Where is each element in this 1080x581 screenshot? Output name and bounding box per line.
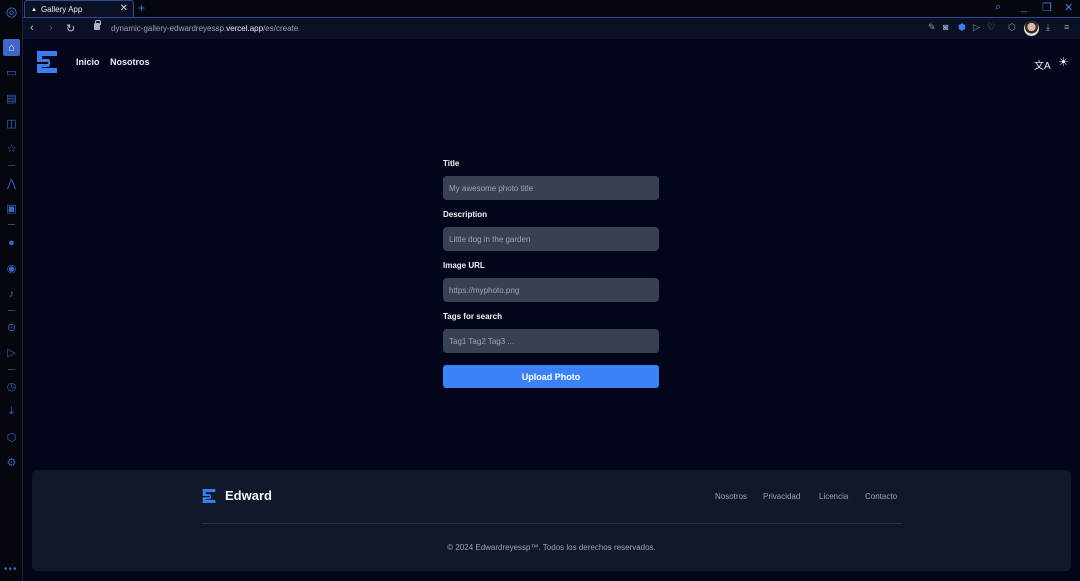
avatar[interactable] (1024, 21, 1039, 36)
nav-nosotros[interactable]: Nosotros (110, 57, 150, 67)
footer: Edward Nosotros Privacidad Licencia Cont… (32, 470, 1071, 571)
extensions-icon[interactable]: ⬡ (3, 429, 20, 446)
tags-label: Tags for search (443, 312, 502, 321)
new-tab-button[interactable]: + (138, 1, 145, 15)
gamepad-icon[interactable]: ▭ (3, 64, 20, 81)
image-url-input[interactable] (443, 278, 659, 302)
description-label: Description (443, 210, 488, 219)
copyright-text: © 2024 Edwardreyessp™. Todos los derecho… (447, 543, 656, 552)
tags-field-group: Tags for search (443, 312, 660, 362)
url-domain: vercel.app (226, 24, 264, 33)
briefcase-icon[interactable]: ▤ (3, 90, 20, 107)
messenger-icon[interactable]: ● (3, 234, 20, 251)
sidebar-divider (8, 165, 15, 166)
footer-link-contacto[interactable]: Contacto (865, 492, 897, 501)
lock-icon (94, 20, 101, 30)
url-path: /es/create (263, 24, 299, 33)
back-icon[interactable]: ‹ (30, 22, 34, 34)
send-icon[interactable]: ▷ (973, 22, 980, 33)
downloads-icon[interactable]: ⤓ (3, 403, 20, 420)
translate-icon[interactable]: 文A (1034, 57, 1051, 72)
browser-sidebar: ◎ ⌂ ▭ ▤ ◫ ☆ ⋀ ▣ ● ◉ ♪ ⊙ ▷ ◷ ⤓ ⬡ ⚙ ••• (0, 0, 23, 581)
opera-logo-icon[interactable]: ◎ (3, 3, 20, 20)
aria-icon[interactable]: ⋀ (3, 175, 20, 192)
title-input[interactable] (443, 176, 659, 200)
cube-icon[interactable]: ⬡ (1008, 22, 1016, 33)
address-bar: ‹ › ↻ dynamic-gallery-edwardreyessp.verc… (23, 17, 1080, 39)
app-icon[interactable]: ▣ (3, 200, 20, 217)
tags-input[interactable] (443, 329, 659, 353)
footer-link-privacidad[interactable]: Privacidad (763, 492, 800, 501)
tab-gallery-app[interactable]: ▲ Gallery App ✕ (24, 0, 134, 18)
url-prefix: dynamic-gallery-edwardreyessp. (111, 24, 227, 33)
footer-brand[interactable]: Edward (225, 488, 272, 503)
book-icon[interactable]: ◫ (3, 115, 20, 132)
search-icon[interactable]: ⌕ (995, 1, 1001, 14)
heart-icon[interactable]: ♡ (987, 22, 995, 33)
logo-icon[interactable] (36, 50, 58, 74)
sidebar-divider (8, 369, 15, 370)
camera-icon[interactable]: ◙ (943, 22, 948, 32)
close-tab-icon[interactable]: ✕ (120, 3, 128, 14)
url-field[interactable]: dynamic-gallery-edwardreyessp.vercel.app… (111, 24, 298, 33)
page-content: Inicio Nosotros 文A ☀ Title Description I… (23, 39, 1080, 581)
nav-inicio[interactable]: Inicio (76, 57, 100, 67)
shield-icon[interactable]: ⬢ (958, 22, 966, 33)
footer-link-nosotros[interactable]: Nosotros (715, 492, 747, 501)
pinboard-icon[interactable]: ☆ (3, 140, 20, 157)
title-label: Title (443, 159, 460, 168)
tab-favicon-icon: ▲ (31, 6, 37, 13)
theme-toggle-icon[interactable]: ☀ (1058, 55, 1069, 69)
more-icon[interactable]: ••• (4, 564, 18, 575)
footer-divider (202, 523, 902, 524)
image-url-field-group: Image URL (443, 261, 660, 311)
restore-icon[interactable]: ❐ (1042, 1, 1052, 14)
player-icon[interactable]: ⊙ (3, 319, 20, 336)
menu-icon[interactable]: ≡ (1064, 22, 1069, 32)
description-input[interactable] (443, 227, 659, 251)
sidebar-divider (8, 224, 15, 225)
home-icon[interactable]: ⌂ (3, 39, 20, 56)
image-url-label: Image URL (443, 261, 485, 270)
minimize-icon[interactable]: _ (1021, 1, 1027, 13)
upload-photo-button[interactable]: Upload Photo (443, 365, 659, 388)
tab-title: Gallery App (40, 5, 83, 14)
reload-icon[interactable]: ↻ (66, 22, 75, 35)
tab-bar: ▲ Gallery App ✕ + ⌕ _ ❐ ✕ (23, 0, 1080, 18)
description-field-group: Description (443, 210, 660, 260)
footer-logo-icon[interactable] (202, 488, 216, 504)
edit-icon[interactable]: ✎ (928, 22, 936, 33)
whatsapp-icon[interactable]: ◉ (3, 260, 20, 277)
title-field-group: Title (443, 159, 660, 209)
send-icon[interactable]: ▷ (3, 344, 20, 361)
history-icon[interactable]: ◷ (3, 378, 20, 395)
download-icon[interactable]: ⤓ (1046, 22, 1050, 33)
footer-link-licencia[interactable]: Licencia (819, 492, 848, 501)
upload-photo-form: Title Description Image URL Tags for sea… (443, 159, 660, 388)
settings-icon[interactable]: ⚙ (3, 454, 20, 471)
close-window-icon[interactable]: ✕ (1064, 1, 1073, 14)
sidebar-divider (8, 310, 15, 311)
tiktok-icon[interactable]: ♪ (3, 285, 20, 302)
forward-icon[interactable]: › (49, 22, 53, 34)
